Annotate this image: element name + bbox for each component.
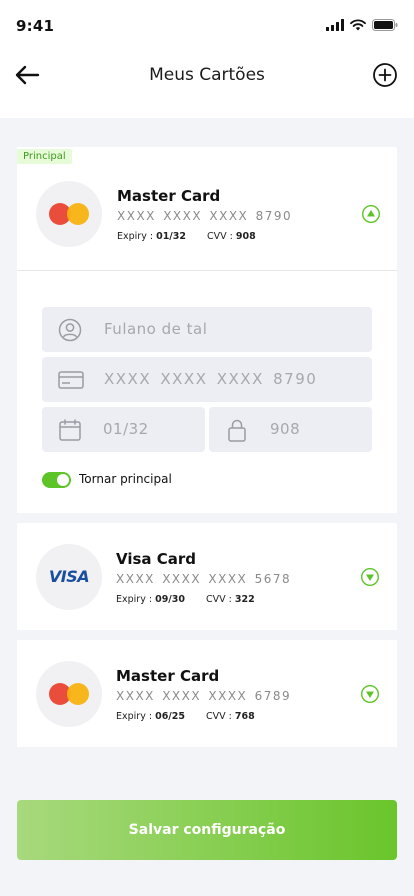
app-header: Meus Cartões [0,50,414,118]
cvv-label: CVV : [206,711,232,722]
card-number-value: XXXX XXXX XXXX 8790 [104,370,318,388]
mastercard-yellow-circle [67,203,89,225]
status-bar: 9:41 [0,0,414,50]
card-cvv: CVV : 908 [207,231,256,242]
card-number: XXXX XXXX XXXX 8790 [117,209,293,223]
make-primary-label: Tornar principal [79,472,172,486]
card-divider [17,270,397,271]
holder-name-value: Fulano de tal [104,320,208,338]
expiry-label: Expiry : [117,231,154,242]
chevron-down-circle-icon [360,684,380,704]
calendar-icon [59,419,81,441]
visa-logo-text: VISA [48,567,90,586]
chevron-down-circle-icon [360,567,380,587]
signal-icon [326,19,344,31]
expand-button[interactable] [360,684,380,704]
cvv-value: 908 [235,231,256,242]
expiry-label: Expiry : [116,711,153,722]
user-circle-icon [58,318,82,342]
battery-icon [372,19,398,31]
card-expiry: Expiry : 01/32 [117,231,186,242]
expiry-value: 01/32 [156,231,186,242]
cvv-field[interactable]: 908 [209,407,372,452]
wifi-icon [350,19,366,31]
cvv-value: 768 [234,711,255,722]
cvv-value: 908 [270,420,301,438]
expiry-value: 06/25 [155,711,185,722]
expand-button[interactable] [360,567,380,587]
mastercard-logo [36,181,102,247]
card-item[interactable]: Master Card XXXX XXXX XXXX 6789 Expiry :… [17,640,397,747]
card-name: Master Card [116,667,220,685]
status-icons [326,19,398,31]
expiry-label: Expiry : [116,594,153,605]
toggle-knob [57,474,69,486]
page-title: Meus Cartões [149,65,265,85]
chevron-up-circle-icon [361,204,381,224]
collapse-button[interactable] [361,204,381,224]
add-card-button[interactable] [372,62,398,88]
card-number: XXXX XXXX XXXX 5678 [116,572,292,586]
card-name: Master Card [117,187,221,205]
credit-card-icon [58,371,84,389]
expiry-value: 01/32 [103,420,149,438]
mastercard-logo [36,661,102,727]
card-number-field[interactable]: XXXX XXXX XXXX 8790 [42,357,372,402]
card-cvv: CVV : 322 [206,594,255,605]
card-cvv: CVV : 768 [206,711,255,722]
save-settings-button[interactable]: Salvar configuração [17,800,397,860]
holder-name-field[interactable]: Fulano de tal [42,307,372,352]
card-item[interactable]: VISA Visa Card XXXX XXXX XXXX 5678 Expir… [17,523,397,630]
card-expiry: Expiry : 09/30 [116,594,185,605]
visa-logo: VISA [36,544,102,610]
card-item[interactable]: Principal Master Card XXXX XXXX XXXX 879… [17,147,397,513]
expiry-field[interactable]: 01/32 [42,407,205,452]
mastercard-yellow-circle [67,683,89,705]
lock-icon [228,419,246,442]
card-expiry: Expiry : 06/25 [116,711,185,722]
cvv-value: 322 [234,594,255,605]
cvv-label: CVV : [207,231,233,242]
primary-badge: Principal [17,149,72,164]
card-number: XXXX XXXX XXXX 6789 [116,689,292,703]
make-primary-toggle[interactable] [42,472,71,488]
expiry-value: 09/30 [155,594,185,605]
cvv-label: CVV : [206,594,232,605]
plus-circle-icon [373,63,397,87]
status-time: 9:41 [16,17,55,35]
card-name: Visa Card [116,550,197,568]
